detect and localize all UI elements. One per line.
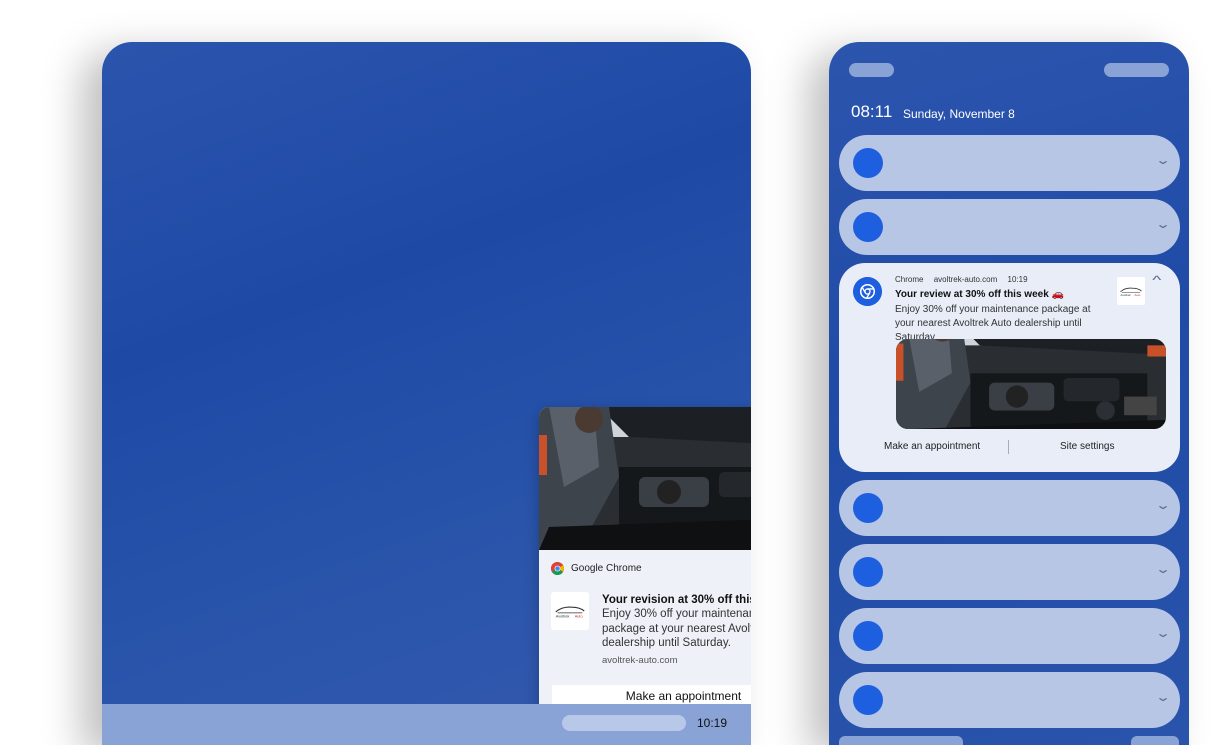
- collapsed-notification[interactable]: ⌄: [839, 135, 1180, 191]
- app-icon: [853, 493, 883, 523]
- chevron-down-icon[interactable]: ⌄: [1155, 562, 1171, 576]
- expanded-chrome-notification[interactable]: Chrome avoltrek-auto.com 10:19 Your revi…: [839, 263, 1180, 472]
- chrome-icon: [551, 562, 564, 575]
- bottom-placeholder-right: [1131, 736, 1179, 745]
- desktop-screen: Google Chrome ··· ✕ Your revision at 30%…: [102, 42, 751, 745]
- collapsed-notification[interactable]: ⌄: [839, 544, 1180, 600]
- app-icon: [853, 212, 883, 242]
- chevron-down-icon[interactable]: ⌄: [1155, 626, 1171, 640]
- phone-screen: 08:11 Sunday, November 8 ⌄ ⌄ Chrome avol…: [829, 42, 1189, 745]
- notification-header: Google Chrome ··· ✕: [551, 561, 751, 577]
- notification-title: Your review at 30% off this week 🚗: [895, 289, 1064, 300]
- taskbar-clock: 10:19: [697, 716, 728, 730]
- lockscreen-time: 08:11: [851, 102, 893, 121]
- notification-site: avoltrek-auto.com: [933, 275, 998, 284]
- app-icon: [853, 557, 883, 587]
- notification-title: Your revision at 30% off this week 🚗: [602, 594, 751, 606]
- bottom-placeholder-left: [839, 736, 963, 745]
- notification-app-name: Chrome: [895, 275, 924, 284]
- notification-time: 10:19: [1007, 275, 1028, 284]
- avoltrek-logo: [1117, 277, 1145, 305]
- collapsed-notification[interactable]: ⌄: [839, 672, 1180, 728]
- make-appointment-button[interactable]: Make an appointment: [884, 441, 980, 452]
- chrome-icon: [853, 277, 882, 306]
- chevron-down-icon[interactable]: ⌄: [1155, 690, 1171, 704]
- app-icon: [853, 621, 883, 651]
- site-settings-button[interactable]: Site settings: [1060, 441, 1114, 452]
- chrome-notification-toast[interactable]: Google Chrome ··· ✕ Your revision at 30%…: [539, 407, 751, 722]
- collapsed-notification[interactable]: ⌄: [839, 480, 1180, 536]
- notification-hero-image: [896, 339, 1166, 429]
- collapsed-notification[interactable]: ⌄: [839, 608, 1180, 664]
- status-bar-left-placeholder: [849, 63, 894, 77]
- notification-app-name: Google Chrome: [571, 563, 642, 574]
- taskbar: 10:19: [102, 704, 751, 745]
- notification-meta: Chrome avoltrek-auto.com 10:19: [895, 275, 1036, 284]
- taskbar-placeholder: [562, 715, 686, 731]
- status-bar-right-placeholder: [1104, 63, 1169, 77]
- notification-hero-image: [539, 407, 751, 550]
- action-divider: [1008, 440, 1009, 454]
- chevron-up-icon[interactable]: ^: [1152, 273, 1161, 287]
- avoltrek-logo: [551, 592, 589, 630]
- lockscreen-date: Sunday, November 8: [903, 107, 1015, 121]
- notification-body: Enjoy 30% off your maintenance package a…: [602, 608, 751, 649]
- chevron-down-icon[interactable]: ⌄: [1155, 153, 1171, 167]
- app-icon: [853, 148, 883, 178]
- app-icon: [853, 685, 883, 715]
- chevron-down-icon[interactable]: ⌄: [1155, 217, 1171, 231]
- chevron-down-icon[interactable]: ⌄: [1155, 498, 1171, 512]
- collapsed-notification[interactable]: ⌄: [839, 199, 1180, 255]
- notification-url: avoltrek-auto.com: [602, 655, 678, 666]
